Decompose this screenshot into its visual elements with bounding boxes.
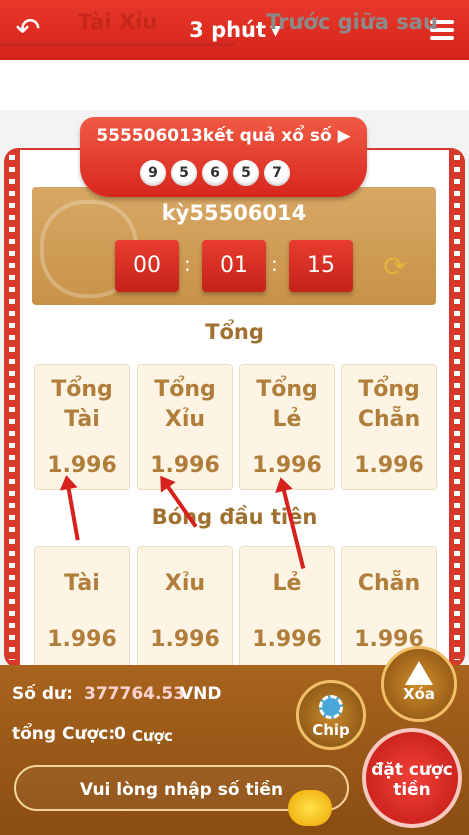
- clear-label: Xóa: [403, 685, 435, 703]
- period-number: kỳ55506014: [161, 201, 307, 225]
- total-bet-label: tổng Cược:: [12, 724, 116, 744]
- option-label: Tổng: [154, 377, 216, 402]
- chip-label: Chip: [312, 721, 350, 739]
- option-label: Tài: [64, 407, 100, 432]
- countdown-seconds: 15: [289, 240, 353, 292]
- bet-option-tong-xiu[interactable]: Tổng Xỉu 1.996: [137, 364, 233, 490]
- section-title-first-ball: Bóng đầu tiên: [151, 505, 318, 529]
- option-label: Tổng: [256, 377, 318, 402]
- option-label: Lẻ: [272, 571, 302, 596]
- bet-option-tong-tai[interactable]: Tổng Tài 1.996: [34, 364, 130, 490]
- tab-bar: [0, 60, 469, 110]
- option-odds: 1.996: [150, 453, 220, 478]
- bet-option-xiu[interactable]: Xỉu 1.996: [137, 546, 233, 672]
- result-ball: 5: [171, 160, 197, 186]
- section-title-total: Tổng: [205, 320, 264, 344]
- balance-value: 377764.53: [84, 684, 186, 704]
- option-odds: 1.996: [252, 627, 322, 652]
- play-icon: ▶: [337, 126, 351, 146]
- time-separator: :: [184, 252, 191, 276]
- watermark-logo: [288, 790, 332, 826]
- place-bet-button[interactable]: đặt cược tiền: [362, 728, 462, 828]
- countdown-minutes: 01: [202, 240, 266, 292]
- frame-lights-right: [454, 155, 460, 660]
- result-ball: 5: [233, 160, 259, 186]
- result-ball: 7: [264, 160, 290, 186]
- bet-option-tong-le[interactable]: Tổng Lẻ 1.996: [239, 364, 335, 490]
- bet-option-tong-chan[interactable]: Tổng Chẵn 1.996: [341, 364, 437, 490]
- chip-icon: [319, 695, 343, 719]
- bet-option-tai[interactable]: Tài 1.996: [34, 546, 130, 672]
- tab-tai-xiu[interactable]: Tài Xỉu: [0, 0, 235, 50]
- option-label: Lẻ: [272, 407, 302, 432]
- chip-button[interactable]: Chip: [296, 680, 366, 750]
- total-bet-unit: Cược: [132, 727, 173, 745]
- balance-currency: VND: [180, 684, 222, 704]
- result-banner-label: 555506013kết quả xổ số ▶: [96, 126, 351, 146]
- result-balls: 95657: [140, 160, 330, 190]
- option-label: Chẵn: [357, 571, 421, 596]
- option-odds: 1.996: [354, 453, 424, 478]
- tab-truoc-giua-sau[interactable]: Trước giữa sau: [235, 0, 469, 50]
- option-label: Xỉu: [164, 571, 206, 596]
- bet-option-le[interactable]: Lẻ 1.996: [239, 546, 335, 672]
- broom-icon: [405, 661, 433, 685]
- frame-lights-left: [9, 155, 15, 660]
- option-odds: 1.996: [47, 453, 117, 478]
- result-ball: 9: [140, 160, 166, 186]
- option-label: Tổng: [358, 377, 420, 402]
- option-odds: 1.996: [252, 453, 322, 478]
- countdown-hours: 00: [115, 240, 179, 292]
- option-label: Xỉu: [164, 407, 206, 432]
- option-odds: 1.996: [150, 627, 220, 652]
- option-label: Tổng: [51, 377, 113, 402]
- time-separator: :: [271, 252, 278, 276]
- option-label: Chẵn: [357, 407, 421, 432]
- balance-label: Số dư:: [12, 684, 73, 704]
- option-label: Tài: [64, 571, 100, 596]
- option-odds: 1.996: [47, 627, 117, 652]
- total-bet-count: 0: [114, 724, 126, 744]
- clear-button[interactable]: Xóa: [381, 646, 457, 722]
- refresh-icon[interactable]: ⟳: [378, 250, 412, 284]
- result-ball: 6: [202, 160, 228, 186]
